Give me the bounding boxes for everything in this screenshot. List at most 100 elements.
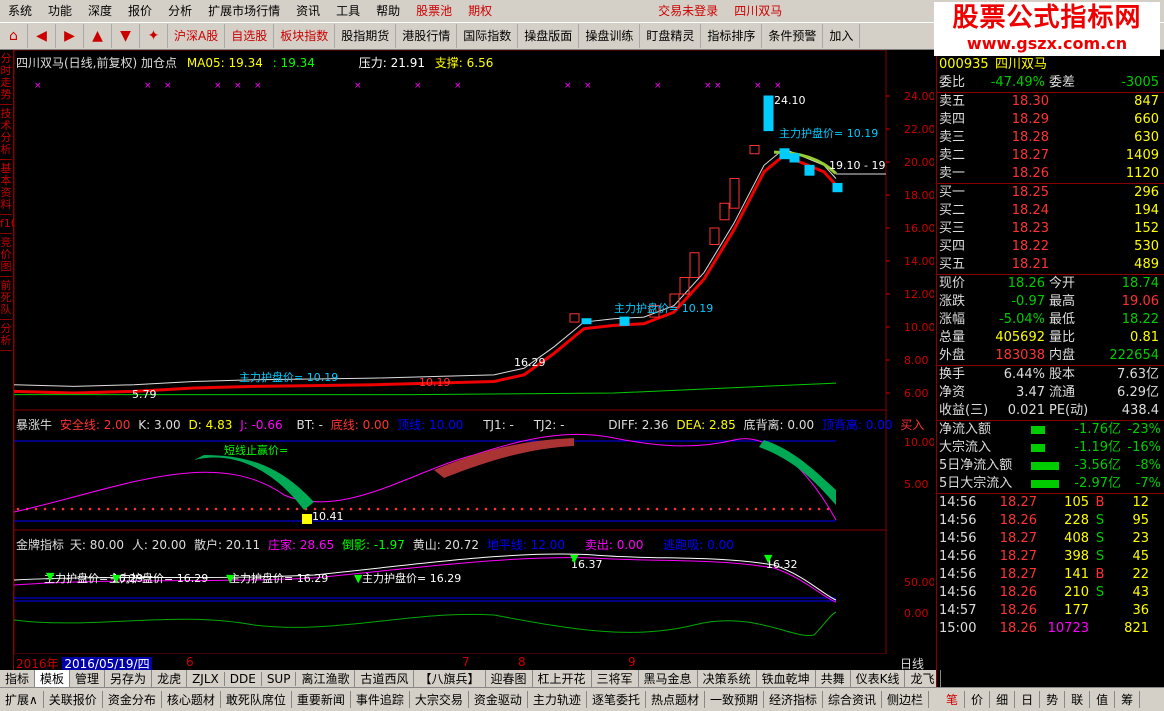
- template-tab-10[interactable]: 【八旗兵】: [414, 670, 486, 687]
- right-tab-2[interactable]: 细: [990, 691, 1016, 708]
- ext-tab-4[interactable]: 敢死队席位: [221, 691, 292, 708]
- toolbar-btn-11[interactable]: 加入: [823, 24, 861, 48]
- toolbar-btn-2[interactable]: 板块指数: [274, 24, 336, 48]
- template-tab-11[interactable]: 迎春图: [486, 670, 533, 687]
- template-tab-8[interactable]: 离江渔歌: [296, 670, 356, 687]
- safe-dot: [529, 507, 533, 511]
- template-tab-16[interactable]: 铁血乾坤: [757, 670, 816, 687]
- template-tab-4[interactable]: 龙虎: [152, 670, 188, 687]
- toolbar-btn-9[interactable]: 指标排序: [701, 24, 763, 48]
- ext-tab-10[interactable]: 逐笔委托: [587, 691, 646, 708]
- watermark-logo: 股票公式指标网 www.gszx.com.cn: [934, 2, 1160, 56]
- arrow-left-icon[interactable]: ◀: [28, 24, 56, 48]
- ext-tab-14[interactable]: 综合资讯: [823, 691, 883, 708]
- annotation-3: 主力护盘价= 10.19: [239, 370, 338, 384]
- right-tab-6[interactable]: 值: [1090, 691, 1116, 708]
- left-tab-1[interactable]: 技术分析: [0, 105, 12, 160]
- ext-tab-12[interactable]: 一致预期: [705, 691, 764, 708]
- menu-item-1[interactable]: 功能: [40, 0, 80, 22]
- template-tab-18[interactable]: 仪表K线: [851, 670, 906, 687]
- template-tab-6[interactable]: DDE: [225, 671, 262, 686]
- tick-row-1: 14:56 18.26 228 S 95: [937, 512, 1164, 530]
- menu-item-8[interactable]: 帮助: [368, 0, 408, 22]
- right-tab-7[interactable]: 筹: [1115, 691, 1141, 708]
- menu-item-2[interactable]: 深度: [80, 0, 120, 22]
- template-tab-1[interactable]: 模板: [35, 670, 71, 687]
- chart-svg[interactable]: 24.00 22.00 20.00 18.00 16.00 14.00 12.00 10.00…: [13, 49, 936, 655]
- menu-item-0[interactable]: 系统: [0, 0, 40, 22]
- right-tab-3[interactable]: 日: [1015, 691, 1041, 708]
- right-tab-0[interactable]: 笔: [940, 691, 966, 708]
- left-tab-2[interactable]: 基本资料: [0, 160, 12, 215]
- login-status[interactable]: 交易未登录: [650, 0, 726, 22]
- ext-tab-15[interactable]: 侧边栏: [882, 691, 930, 708]
- template-tab-14[interactable]: 黑马金息: [639, 670, 698, 687]
- left-tab-0[interactable]: 分时走势: [0, 50, 12, 105]
- sell-row-0-cell-2: 847: [1134, 94, 1159, 109]
- safe-dot: [601, 507, 605, 511]
- arrow-up-icon[interactable]: ▲: [84, 24, 112, 48]
- safe-dot: [520, 507, 524, 511]
- ext-tab-1[interactable]: 关联报价: [44, 691, 103, 708]
- menu-item-7[interactable]: 工具: [328, 0, 368, 22]
- left-tab-3[interactable]: f10: [0, 215, 18, 234]
- ext-tab-2[interactable]: 资金分布: [103, 691, 162, 708]
- ext-tab-13[interactable]: 经济指标: [764, 691, 823, 708]
- arrow-right-icon[interactable]: ▶: [56, 24, 84, 48]
- right-tab-1[interactable]: 价: [965, 691, 991, 708]
- template-tab-7[interactable]: SUP: [262, 671, 297, 686]
- template-tab-0[interactable]: 指标: [0, 670, 36, 687]
- template-tab-17[interactable]: 共舞: [816, 670, 851, 687]
- ext-tab-8[interactable]: 资金驱动: [469, 691, 528, 708]
- template-tab-3[interactable]: 另存为: [105, 670, 153, 687]
- template-tab-19[interactable]: 龙飞: [905, 670, 941, 687]
- right-tab-5[interactable]: 联: [1065, 691, 1091, 708]
- sell-row-4-cell-2: 1120: [1125, 166, 1159, 181]
- template-tab-13[interactable]: 三将军: [592, 670, 639, 687]
- toolbar-btn-4[interactable]: 港股行情: [396, 24, 458, 48]
- toolbar-btn-6[interactable]: 操盘版面: [518, 24, 580, 48]
- ext-tab-6[interactable]: 事件追踪: [351, 691, 410, 708]
- tick-row-3-cell-3: S: [1095, 549, 1105, 564]
- home-icon[interactable]: ⌂: [0, 24, 28, 48]
- menu-options[interactable]: 期权: [460, 0, 500, 22]
- toolbar-btn-10[interactable]: 条件预警: [762, 24, 824, 48]
- template-tab-5[interactable]: ZJLX: [187, 671, 225, 686]
- menu-stock-pool[interactable]: 股票池: [408, 0, 460, 22]
- toolbar-btn-7[interactable]: 操盘训练: [579, 24, 641, 48]
- arrow-down-icon[interactable]: ▼: [112, 24, 140, 48]
- left-tab-6[interactable]: 分析: [0, 320, 12, 351]
- ext-tab-7[interactable]: 大宗交易: [410, 691, 469, 708]
- template-tab-2[interactable]: 管理: [70, 670, 106, 687]
- template-tab-9[interactable]: 古道西风: [355, 670, 415, 687]
- menu-item-6[interactable]: 资讯: [288, 0, 328, 22]
- ext-tab-5[interactable]: 重要新闻: [292, 691, 351, 708]
- menu-item-5[interactable]: 扩展市场行情: [200, 0, 288, 22]
- toolbar-btn-3[interactable]: 股指期货: [335, 24, 397, 48]
- toolbar-btn-8[interactable]: 盯盘精灵: [640, 24, 702, 48]
- menu-item-3[interactable]: 报价: [120, 0, 160, 22]
- toolbar-btn-5[interactable]: 国际指数: [457, 24, 519, 48]
- menu-item-4[interactable]: 分析: [160, 0, 200, 22]
- sub1-tick-1: 5.00: [904, 478, 929, 491]
- left-tab-5[interactable]: 前死队: [0, 277, 12, 320]
- ext-tab-9[interactable]: 主力轨迹: [528, 691, 587, 708]
- kline-chart-area[interactable]: 24.00 22.00 20.00 18.00 16.00 14.00 12.00 10.00…: [13, 49, 936, 655]
- ext-tab-3[interactable]: 核心题材: [162, 691, 221, 708]
- bottom-line: 底线: 0.00: [330, 418, 390, 432]
- right-tab-4[interactable]: 势: [1040, 691, 1066, 708]
- ext-tab-11[interactable]: 热点题材: [646, 691, 705, 708]
- tick-row-4: 14:56 18.27 141 B 22: [937, 566, 1164, 584]
- safe-dot: [709, 507, 713, 511]
- left-tab-4[interactable]: 竞价图: [0, 234, 12, 277]
- toolbar-btn-0[interactable]: 沪深A股: [168, 24, 226, 48]
- flow-row-3-cell-0: 5日大宗流入: [939, 476, 1013, 491]
- buy-row-1-cell-1: 18.24: [1011, 203, 1049, 218]
- ext-tab-0[interactable]: 扩展∧: [0, 691, 44, 708]
- flow-row-0-cell-0: 净流入额: [939, 422, 992, 437]
- template-tab-12[interactable]: 杠上开花: [533, 670, 592, 687]
- toolbar-btn-1[interactable]: 自选股: [225, 24, 275, 48]
- template-tab-15[interactable]: 决策系统: [698, 670, 757, 687]
- pin-icon[interactable]: ✦: [140, 24, 168, 48]
- flow-row-1: 大宗流入 -1.19亿 -16%: [937, 439, 1164, 457]
